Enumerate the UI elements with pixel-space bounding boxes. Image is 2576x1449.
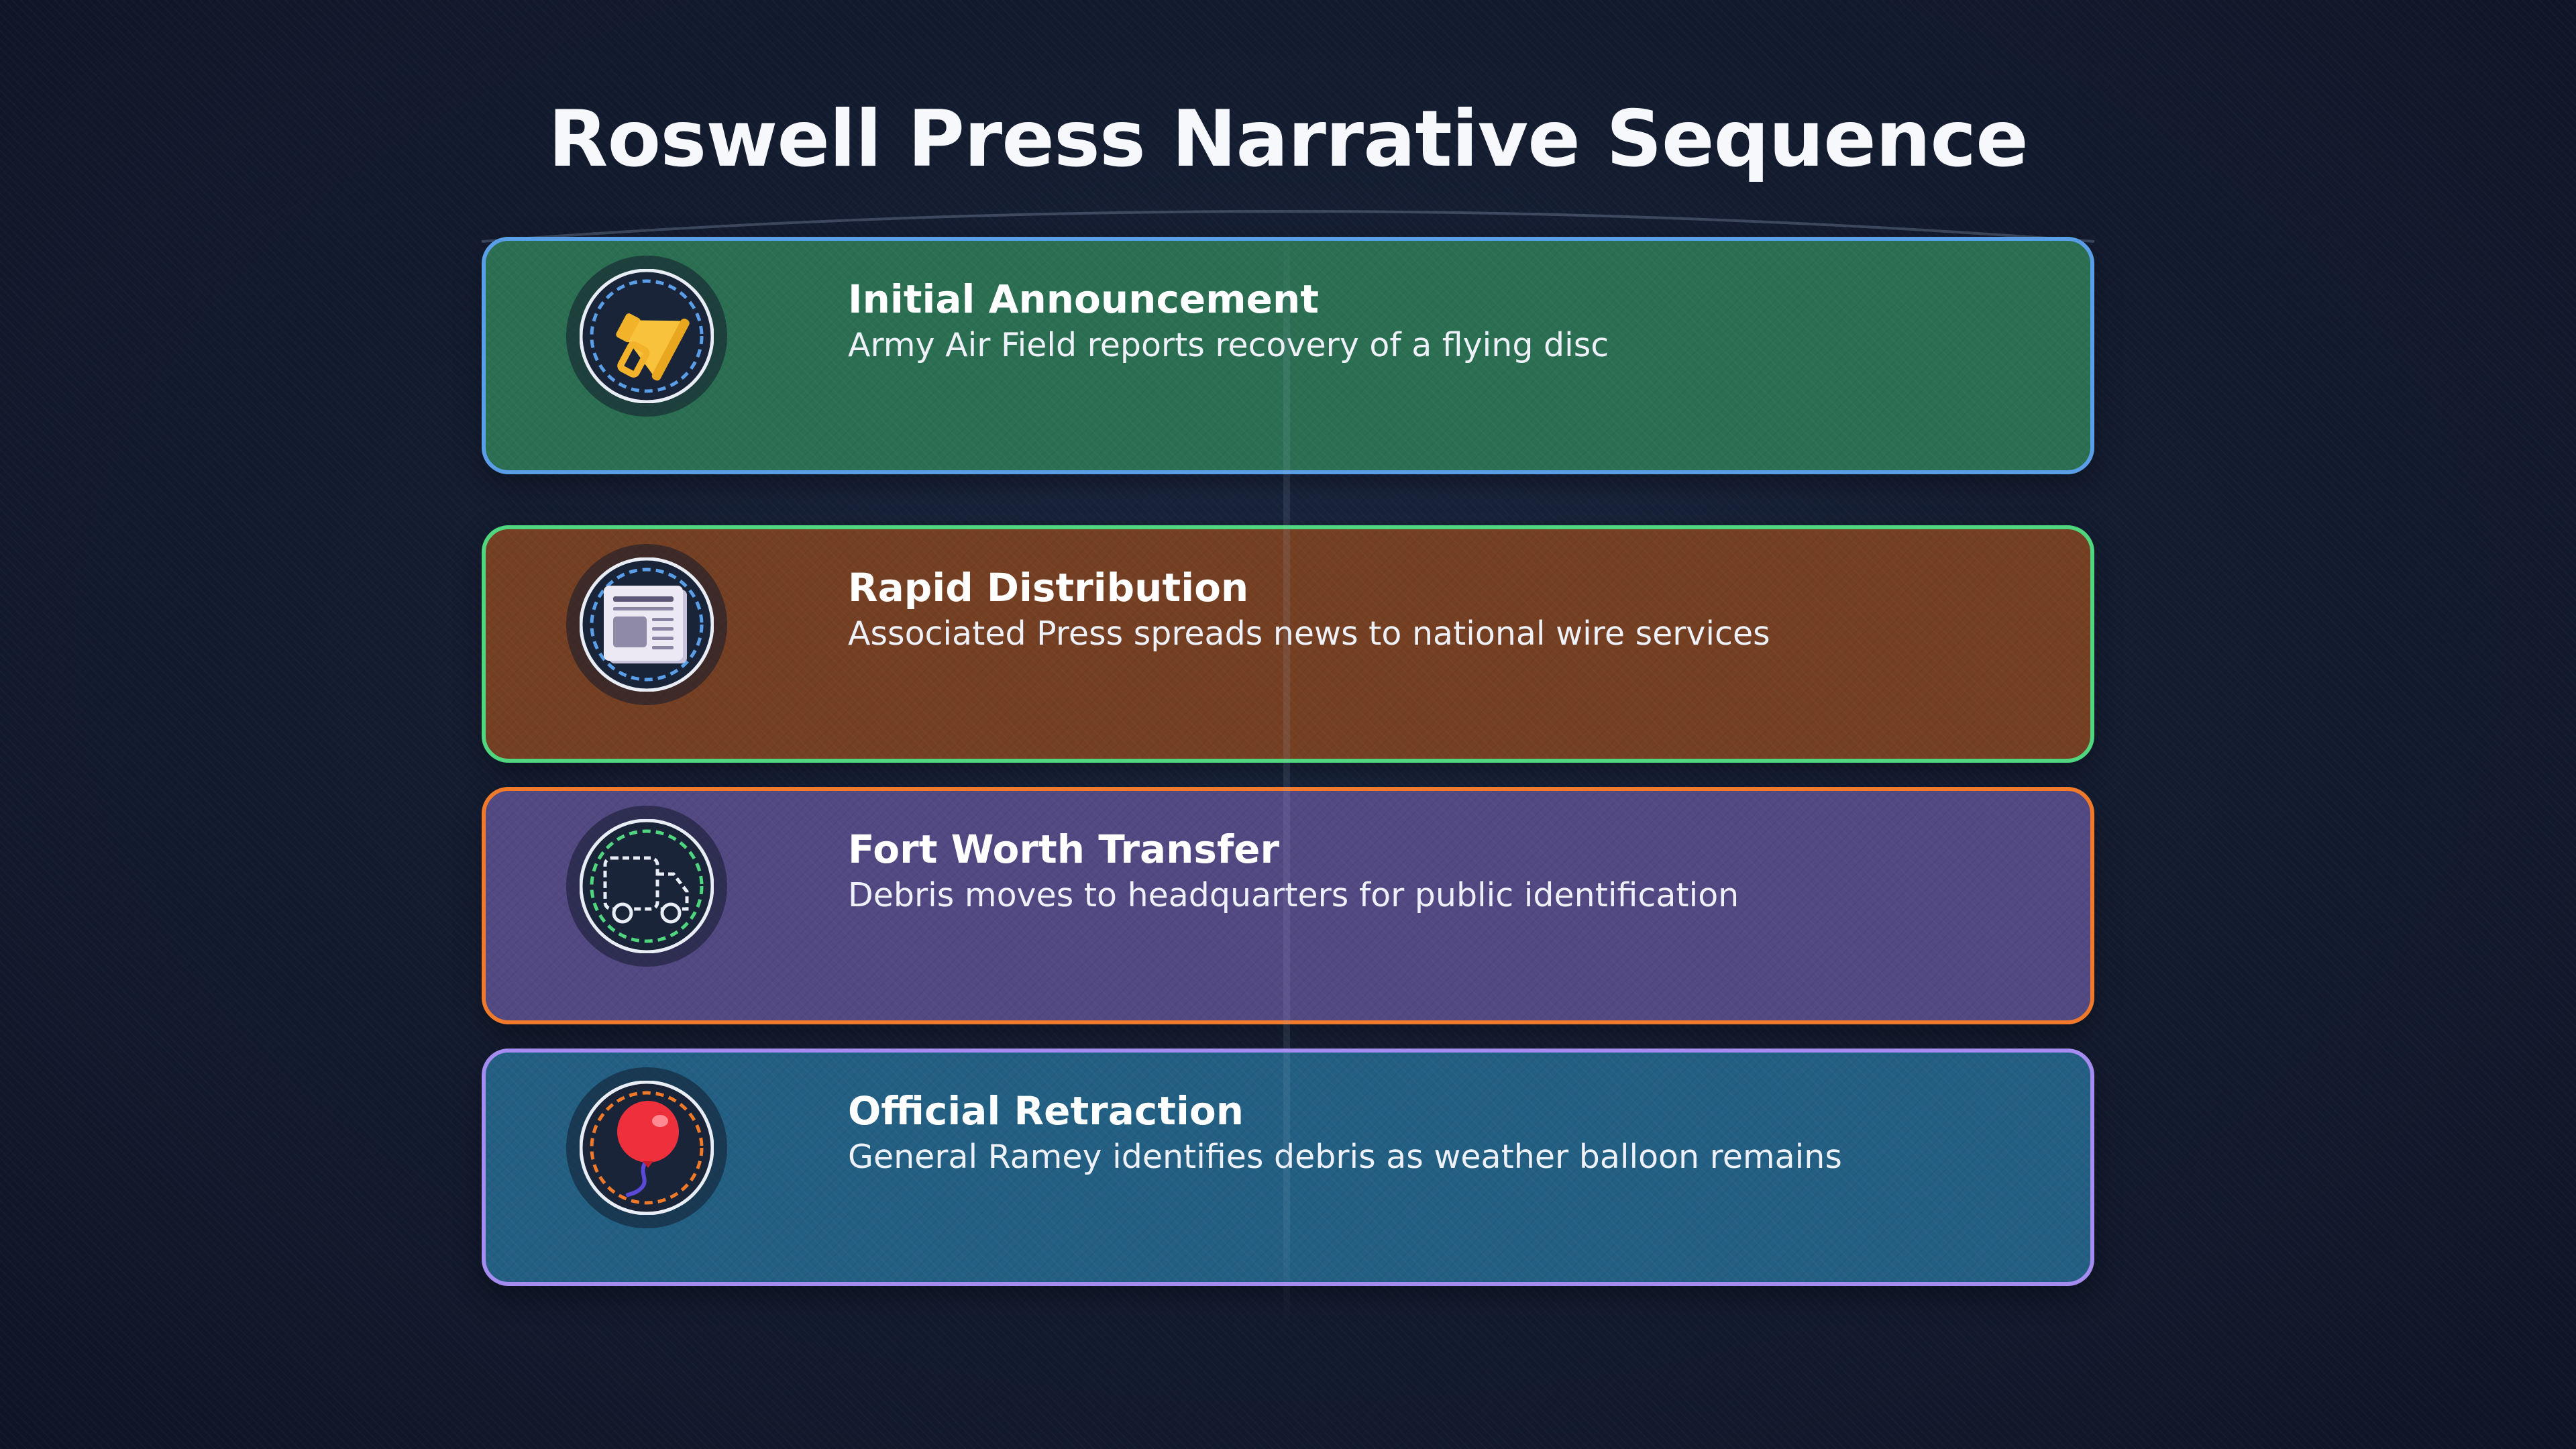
step-card-text: Rapid Distribution Associated Press spre… [848, 566, 1770, 653]
step-title: Rapid Distribution [848, 565, 1249, 610]
icon-badge [566, 806, 727, 967]
balloon-icon [580, 1081, 714, 1215]
step-description: Army Air Field reports recovery of a fly… [848, 325, 1609, 364]
truck-icon [580, 819, 714, 953]
step-description: Debris moves to headquarters for public … [848, 875, 1739, 914]
step-title: Initial Announcement [848, 276, 1319, 322]
megaphone-icon [580, 269, 714, 403]
icon-badge [566, 1067, 727, 1228]
step-title: Fort Worth Transfer [848, 826, 1280, 872]
step-title: Official Retraction [848, 1088, 1244, 1134]
page-title: Roswell Press Narrative Sequence [548, 94, 2029, 184]
step-card-text: Initial Announcement Army Air Field repo… [848, 277, 1609, 365]
icon-badge [566, 256, 727, 417]
newspaper-icon [580, 557, 714, 692]
step-card-text: Fort Worth Transfer Debris moves to head… [848, 827, 1739, 915]
step-card-text: Official Retraction General Ramey identi… [848, 1089, 1842, 1177]
icon-badge [566, 544, 727, 705]
step-description: General Ramey identifies debris as weath… [848, 1137, 1842, 1176]
timeline-spine [1283, 228, 1290, 1328]
step-description: Associated Press spreads news to nationa… [848, 614, 1770, 653]
